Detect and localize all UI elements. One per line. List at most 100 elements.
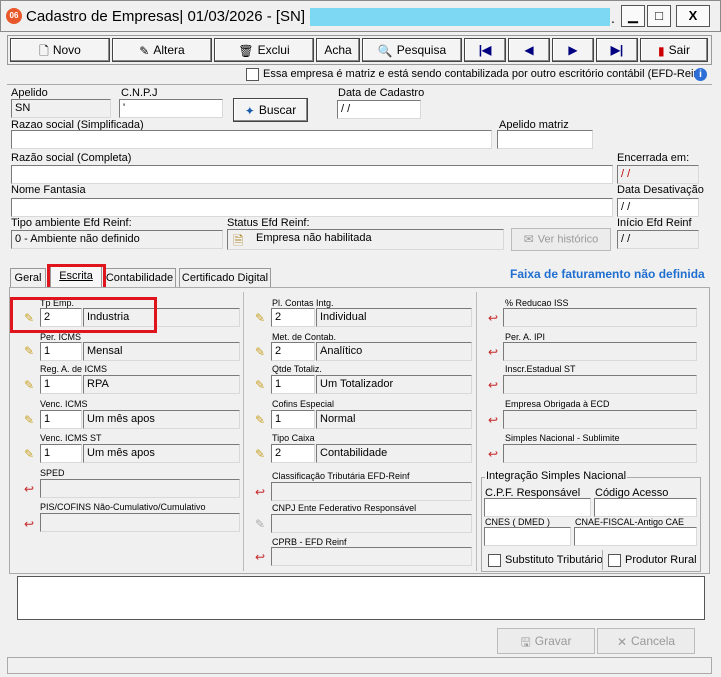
venc-st-desc: Um mês apos — [83, 444, 240, 463]
cod-acesso-field[interactable] — [594, 498, 697, 517]
venc-st-label: Venc. ICMS ST — [40, 433, 102, 443]
qtde-desc: Um Totalizador — [316, 375, 472, 394]
novo-button[interactable]: 🗋 Novo — [10, 38, 110, 62]
produtor-checkbox[interactable] — [608, 554, 621, 567]
ver-historico-button: ✉ Ver histórico — [511, 228, 611, 251]
tab-contabilidade[interactable]: Contabilidade — [103, 268, 176, 287]
cofins-code[interactable]: 1 — [271, 410, 315, 429]
close-button[interactable]: X — [676, 5, 710, 27]
pl-contas-code[interactable]: 2 — [271, 308, 315, 327]
venc-icms-code[interactable]: 1 — [40, 410, 82, 429]
novo-label: Novo — [52, 43, 81, 57]
pencil-icon[interactable]: ✎ — [253, 448, 267, 460]
buscar-label: Buscar — [258, 103, 297, 117]
apelido-matriz-field[interactable] — [497, 130, 593, 149]
exclui-button[interactable]: 🗑 Exclui — [214, 38, 314, 62]
observacao-memo[interactable] — [17, 576, 705, 620]
last-record-button[interactable]: ▶| — [596, 38, 638, 62]
cnae-field[interactable] — [574, 527, 697, 546]
venc-icms-label: Venc. ICMS — [40, 399, 88, 409]
next-record-button[interactable]: ▶ — [552, 38, 594, 62]
inscr-st-field — [503, 375, 697, 394]
pencil-icon[interactable]: ✎ — [253, 346, 267, 358]
tab-certificado-label: Certificado Digital — [181, 272, 269, 284]
cnpj-field[interactable]: ' — [119, 99, 223, 118]
inscr-st-label: Inscr.Estadual ST — [505, 364, 576, 374]
razao-completa-field[interactable] — [11, 165, 613, 184]
substituto-checkbox[interactable] — [488, 554, 501, 567]
cprb-field — [271, 547, 472, 566]
column-divider — [476, 292, 477, 571]
column-divider — [243, 292, 244, 571]
tab-certificado-digital[interactable]: Certificado Digital — [179, 268, 271, 287]
info-icon[interactable]: i — [694, 68, 707, 81]
pencil-icon[interactable]: ✎ — [22, 345, 36, 357]
pencil-icon[interactable]: ✎ — [253, 312, 267, 324]
acha-button[interactable]: Acha — [316, 38, 360, 62]
cnes-field[interactable] — [484, 527, 571, 546]
per-icms-code[interactable]: 1 — [40, 342, 82, 361]
sair-button[interactable]: ▮ Sair — [640, 38, 708, 62]
prev-record-button[interactable]: ◀ — [508, 38, 550, 62]
substituto-label: Substituto Tributário — [505, 554, 603, 566]
tab-contabilidade-label: Contabilidade — [105, 272, 174, 284]
minimize-button[interactable]: ▁ — [621, 5, 645, 27]
return-arrow-icon[interactable]: ↩ — [486, 414, 500, 426]
matriz-checkbox[interactable] — [246, 68, 259, 81]
title-redaction — [310, 8, 610, 26]
nome-fantasia-label: Nome Fantasia — [11, 184, 86, 196]
integracao-label: Integração Simples Nacional — [485, 470, 628, 482]
met-contab-label: Met. de Contab. — [272, 332, 337, 342]
reg-icms-desc: RPA — [83, 375, 240, 394]
data-cadastro-field[interactable]: / / — [337, 100, 421, 119]
faixa-faturamento-text: Faixa de faturamento não definida — [510, 267, 705, 281]
return-arrow-icon[interactable]: ↩ — [253, 551, 267, 563]
return-arrow-icon[interactable]: ↩ — [486, 346, 500, 358]
status-field: Empresa não habilitada — [227, 229, 504, 250]
return-arrow-icon[interactable]: ↩ — [253, 486, 267, 498]
pencil-icon[interactable]: ✎ — [22, 379, 36, 391]
pesquisa-label: Pesquisa — [396, 43, 447, 57]
venc-st-code[interactable]: 1 — [40, 444, 82, 463]
apelido-field[interactable]: SN — [11, 99, 111, 118]
status-bar — [7, 657, 712, 674]
cnes-label: CNES ( DMED ) — [485, 517, 550, 527]
return-arrow-icon[interactable]: ↩ — [22, 483, 36, 495]
met-contab-code[interactable]: 2 — [271, 342, 315, 361]
cpf-resp-field[interactable] — [484, 498, 591, 517]
classif-field — [271, 482, 472, 501]
return-arrow-icon[interactable]: ↩ — [486, 379, 500, 391]
pesquisa-button[interactable]: 🔍 Pesquisa — [362, 38, 462, 62]
exclui-label: Exclui — [257, 43, 290, 57]
data-desativacao-field[interactable]: / / — [617, 198, 699, 217]
buscar-button[interactable]: ✦ Buscar — [233, 98, 308, 122]
new-doc-icon: 🗋 — [39, 43, 49, 58]
pencil-icon[interactable]: ✎ — [253, 414, 267, 426]
maximize-button[interactable]: □ — [647, 5, 671, 27]
qtde-code[interactable]: 1 — [271, 375, 315, 394]
save-icon: 🖫 — [520, 634, 531, 649]
reducao-iss-field — [503, 308, 697, 327]
pencil-icon[interactable]: ✎ — [22, 414, 36, 426]
pis-cofins-field — [40, 513, 240, 532]
altera-button[interactable]: ✎ Altera — [112, 38, 212, 62]
first-record-button[interactable]: |◀ — [464, 38, 506, 62]
nome-fantasia-field[interactable] — [11, 198, 613, 217]
return-arrow-icon[interactable]: ↩ — [486, 312, 500, 324]
sped-field — [40, 479, 240, 498]
return-arrow-icon[interactable]: ↩ — [22, 518, 36, 530]
matriz-check-label: Essa empresa é matriz e está sendo conta… — [263, 68, 703, 80]
cnpj-ente-field — [271, 514, 472, 533]
pencil-icon[interactable]: ✎ — [22, 448, 36, 460]
status-value: Empresa não habilitada — [256, 232, 372, 244]
cofins-label: Cofins Especial — [272, 399, 335, 409]
pencil-disabled-icon: ✎ — [254, 517, 266, 531]
checkbox-divider — [602, 550, 603, 570]
reg-icms-code[interactable]: 1 — [40, 375, 82, 394]
exit-door-icon: ▮ — [658, 43, 665, 58]
tab-geral[interactable]: Geral — [10, 268, 46, 287]
razao-simpl-field[interactable] — [11, 130, 492, 149]
return-arrow-icon[interactable]: ↩ — [486, 448, 500, 460]
pencil-icon[interactable]: ✎ — [253, 379, 267, 391]
tipo-caixa-code[interactable]: 2 — [271, 444, 315, 463]
